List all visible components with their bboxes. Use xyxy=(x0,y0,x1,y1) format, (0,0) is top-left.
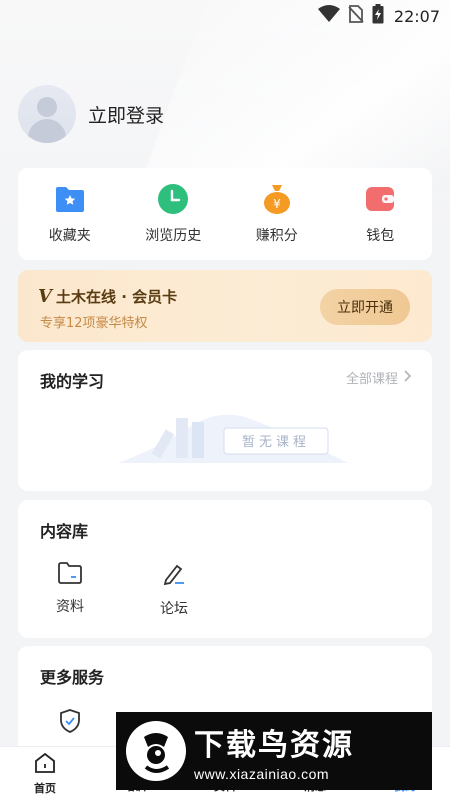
login-link[interactable]: 立即登录 xyxy=(88,101,164,128)
more-services-title: 更多服务 xyxy=(40,668,105,687)
quick-action-favorites[interactable]: 收藏夹 xyxy=(20,183,120,245)
content-item-forum[interactable]: 论坛 xyxy=(144,562,204,618)
clock-icon xyxy=(157,183,189,215)
money-bag-icon: ¥ xyxy=(261,183,293,215)
empty-courses-text: 暂无课程 xyxy=(242,435,310,450)
watermark-main: 下载鸟资源 xyxy=(194,728,354,763)
home-icon xyxy=(33,752,57,777)
all-courses-link[interactable]: 全部课程 xyxy=(346,368,412,387)
all-courses-label: 全部课程 xyxy=(345,372,398,387)
watermark-url: www.xiazainiao.com xyxy=(194,766,330,782)
vip-title-row: V 土木在线 · 会员卡 xyxy=(38,286,177,307)
svg-text:¥: ¥ xyxy=(273,197,281,211)
empty-courses-illustration: 暂无课程 xyxy=(118,408,348,468)
vip-banner[interactable]: V 土木在线 · 会员卡 专享12项豪华特权 立即开通 xyxy=(18,270,432,342)
vip-open-button[interactable]: 立即开通 xyxy=(320,289,410,325)
folder-star-icon xyxy=(54,183,86,215)
watermark-text: 下载鸟资源 www.xiazainiao.com xyxy=(194,720,354,782)
chevron-right-icon xyxy=(404,369,412,386)
tab-home[interactable]: 首页 xyxy=(15,752,75,796)
status-icons: 22:07 xyxy=(317,4,440,28)
content-item-label: 论坛 xyxy=(160,601,188,617)
watermark-overlay: 下载鸟资源 www.xiazainiao.com xyxy=(116,712,432,790)
tab-label: 首页 xyxy=(34,781,56,795)
pen-edit-icon xyxy=(162,562,186,590)
content-item-docs[interactable]: 资料 xyxy=(40,562,100,616)
avatar[interactable] xyxy=(18,85,76,143)
no-sim-icon xyxy=(348,5,364,27)
quick-action-points[interactable]: ¥ 赚积分 xyxy=(227,183,327,245)
shield-check-icon[interactable] xyxy=(58,708,82,738)
quick-action-history[interactable]: 浏览历史 xyxy=(123,183,223,245)
my-study-title: 我的学习 xyxy=(40,372,105,391)
vip-badge-icon: V xyxy=(38,286,52,307)
my-study-card: 我的学习 全部课程 暂无课程 xyxy=(18,350,432,491)
vip-subtitle: 专享12项豪华特权 xyxy=(40,316,148,331)
quick-action-label: 收藏夹 xyxy=(48,228,91,244)
content-library-card: 内容库 资料 论坛 xyxy=(18,500,432,638)
status-time: 22:07 xyxy=(393,6,440,26)
quick-action-label: 赚积分 xyxy=(255,228,298,244)
wallet-icon xyxy=(364,183,396,215)
quick-action-wallet[interactable]: 钱包 xyxy=(330,183,430,245)
profile-header[interactable]: 立即登录 xyxy=(18,84,164,144)
content-item-label: 资料 xyxy=(56,599,84,615)
quick-action-label: 浏览历史 xyxy=(145,228,202,244)
quick-actions-card: 收藏夹 浏览历史 ¥ 赚积分 钱包 xyxy=(18,168,432,260)
quick-action-label: 钱包 xyxy=(366,228,395,244)
wifi-icon xyxy=(317,5,340,27)
folder-outline-icon xyxy=(57,562,83,588)
bird-logo-icon xyxy=(124,719,188,783)
status-bar: 22:07 xyxy=(0,0,450,32)
battery-charging-icon xyxy=(372,4,384,28)
content-library-title: 内容库 xyxy=(40,522,89,541)
vip-title: 土木在线 · 会员卡 xyxy=(55,288,178,306)
